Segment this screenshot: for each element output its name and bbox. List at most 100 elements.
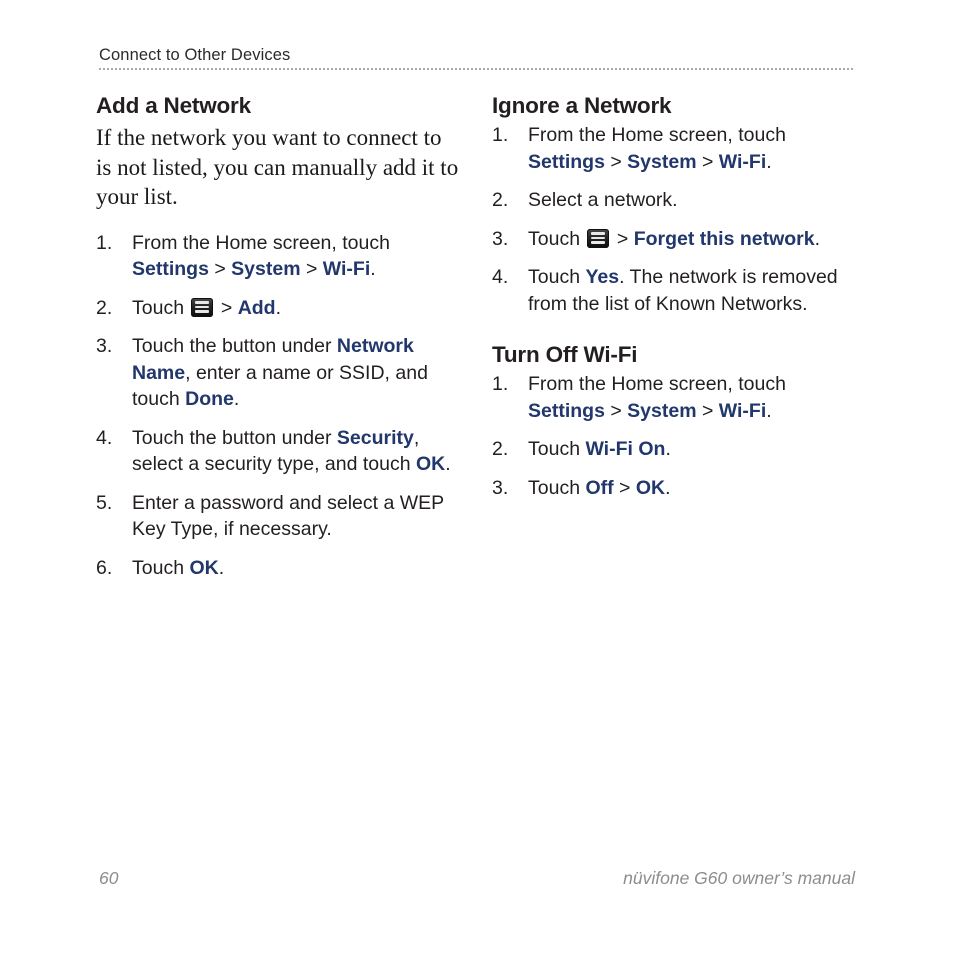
section-title-add-a-network: Add a Network	[96, 93, 251, 118]
step-text: Touch Yes. The network is removed from t…	[528, 266, 838, 315]
step-text-run: >	[604, 150, 628, 173]
step-number: 4.	[96, 426, 113, 449]
ui-term: Off	[585, 476, 614, 499]
step-text-run: .	[766, 150, 772, 173]
ui-term: Wi-Fi	[322, 258, 371, 280]
step-number: 3.	[492, 227, 509, 250]
step-text-run: .	[275, 296, 282, 319]
step-number: 5.	[96, 491, 113, 514]
menu-icon-bar	[195, 301, 210, 304]
ui-term: Yes	[585, 266, 620, 288]
ui-term: Forget this network	[633, 227, 815, 250]
step-text: Touch > Forget this network.	[528, 228, 820, 250]
step-number: 4.	[492, 266, 509, 288]
step-text-run: .	[233, 388, 240, 410]
step-number: 2.	[492, 189, 509, 211]
menu-icon-bar	[591, 236, 606, 240]
ui-term: Wi-Fi	[718, 150, 767, 173]
ui-term: Wi-Fi On	[585, 438, 666, 460]
running-header-title: Connect to Other Devices	[99, 46, 291, 64]
step-number: 1.	[492, 124, 509, 146]
list-item: 1. From the Home screen, touch Settings >…	[492, 371, 858, 424]
section-title: Ignore a Network	[492, 93, 672, 118]
step-text-run: .	[370, 258, 376, 280]
step-text-run: Touch	[132, 556, 190, 579]
step-text-run: .	[445, 453, 451, 475]
ui-term: OK	[416, 453, 446, 475]
ui-term: Add	[237, 296, 276, 319]
list-item: 4. Touch the button under Security, selec…	[96, 425, 462, 478]
step-text-run: Touch the button under	[132, 426, 337, 449]
step-text-run: Touch	[132, 296, 190, 319]
left-column: Add a Network If the network you want to…	[96, 92, 462, 581]
step-text-run: Enter a password and select a WEP Key Ty…	[132, 491, 444, 541]
page-columns: Add a Network If the network you want to…	[96, 92, 858, 581]
step-text-run: Touch	[528, 438, 586, 460]
step-number: 3.	[492, 476, 509, 499]
menu-icon-bar	[591, 241, 606, 244]
step-text-run: From the Home screen, touch	[528, 124, 786, 146]
step-text: From the Home screen, touch Settings > S…	[528, 124, 786, 173]
ui-term: Done	[185, 388, 234, 410]
menu-icon	[587, 228, 610, 248]
step-text-run: .	[814, 227, 821, 250]
step-text-run: >	[611, 227, 634, 250]
ui-term: System	[627, 150, 697, 173]
step-text-run: Touch the button under	[132, 335, 337, 357]
list-item: 1. From the Home screen, touch Settings >…	[96, 230, 462, 283]
step-text-run: From the Home screen, touch	[132, 231, 390, 254]
step-number: 2.	[492, 438, 509, 460]
step-text: Touch the button under Security, select …	[132, 427, 451, 476]
step-number: 1.	[492, 373, 509, 395]
step-text-run: .	[766, 399, 772, 422]
steps-list: 1. From the Home screen, touch Settings >…	[492, 122, 858, 317]
step-text-run: >	[613, 476, 636, 499]
step-text-run: Touch	[528, 266, 586, 288]
step-number: 3.	[96, 335, 113, 357]
step-text-run: Touch	[528, 476, 586, 499]
list-item: 2. Touch > Add.	[96, 295, 462, 322]
menu-icon-bar	[195, 305, 210, 309]
step-text-run: >	[215, 296, 238, 319]
list-item: 6. Touch OK.	[96, 555, 462, 582]
list-item: 3. Touch > Forget this network.	[492, 226, 858, 253]
step-text: Touch Wi-Fi On.	[528, 438, 671, 460]
page-footer: 60 nüvifone G60 owner’s manual	[99, 868, 855, 889]
list-item: 3. Touch the button under Network Name, e…	[96, 333, 462, 413]
step-text-run: From the Home screen, touch	[528, 373, 786, 395]
step-number: 1.	[96, 231, 113, 254]
ui-term: OK	[635, 476, 666, 499]
steps-list-add-a-network: 1. From the Home screen, touch Settings >…	[96, 230, 462, 582]
list-item: 3. Touch Off > OK.	[492, 475, 858, 502]
step-text-run: Select a network.	[528, 189, 678, 211]
step-text-run: .	[665, 476, 671, 499]
ui-term: Security	[336, 426, 414, 449]
step-text-run: >	[604, 399, 628, 422]
page-number: 60	[99, 868, 119, 888]
right-column: Ignore a Network 1. From the Home screen, …	[492, 92, 858, 581]
step-text: Touch the button under Network Name, ent…	[132, 335, 428, 410]
header-divider	[99, 68, 855, 70]
step-text: Touch Off > OK.	[528, 477, 671, 499]
step-text: Enter a password and select a WEP Key Ty…	[132, 492, 444, 541]
step-text: Touch OK.	[132, 557, 224, 579]
steps-list: 1. From the Home screen, touch Settings >…	[492, 371, 858, 501]
list-item: 4. Touch Yes. The network is removed from…	[492, 264, 858, 317]
ui-term: Settings	[132, 258, 209, 280]
manual-page: Connect to Other Devices Add a Network I…	[0, 0, 954, 954]
menu-icon	[191, 297, 214, 317]
menu-icon-bar	[591, 232, 606, 235]
ui-term: Settings	[528, 150, 605, 173]
step-text-run: .	[665, 438, 671, 460]
ui-term: OK	[189, 556, 219, 579]
step-text-run: >	[696, 150, 719, 173]
step-text-run: >	[300, 258, 323, 280]
list-item: 5. Enter a password and select a WEP Key …	[96, 490, 462, 543]
step-text: From the Home screen, touch Settings > S…	[132, 232, 390, 281]
ui-term: Wi-Fi	[718, 399, 767, 422]
step-text-run: >	[696, 399, 719, 422]
step-text: Select a network.	[528, 189, 678, 211]
step-text: Touch > Add.	[132, 297, 281, 319]
list-item: 2. Select a network.	[492, 187, 858, 214]
ui-term: System	[231, 258, 301, 280]
